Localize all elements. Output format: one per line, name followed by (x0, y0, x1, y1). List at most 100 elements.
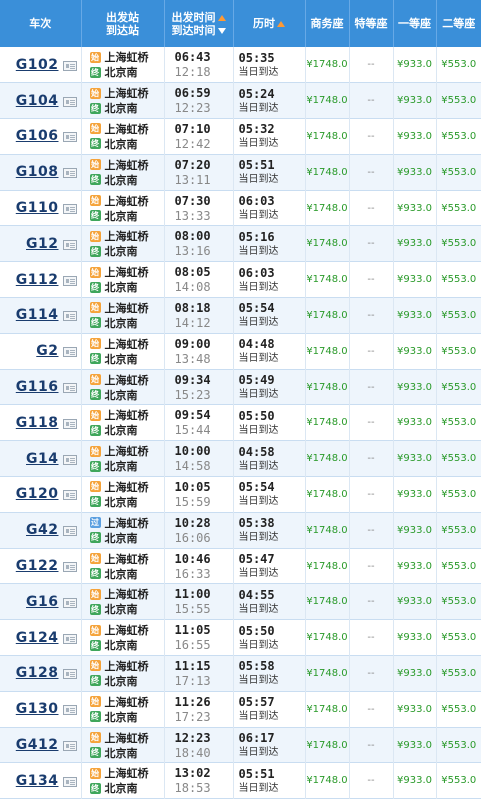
stations-cell: 始上海虹桥 终北京南 (81, 82, 165, 119)
train-info-icon[interactable] (62, 776, 77, 787)
duration-time: 04:55 (238, 587, 275, 602)
train-info-icon[interactable] (62, 669, 77, 680)
arrival-day: 当日到达 (238, 281, 279, 293)
header-from-station: 出发站 (106, 10, 139, 24)
train-number-link[interactable]: G106 (16, 128, 59, 144)
train-number-link[interactable]: G116 (16, 379, 59, 395)
table-row: G110 始上海虹桥 终北京南 07:30 13:33 06:03 当日到达 ¥… (0, 190, 481, 226)
train-number-link[interactable]: G2 (36, 343, 58, 359)
train-info-icon[interactable] (62, 204, 77, 215)
duration-time: 05:35 (238, 50, 275, 65)
train-number-link[interactable]: G102 (16, 57, 59, 73)
train-number-link[interactable]: G124 (16, 630, 59, 646)
sort-departure[interactable]: 出发时间 (165, 11, 233, 24)
second-class-price: ¥553.0 (441, 560, 477, 572)
arrival-day: 当日到达 (238, 675, 279, 687)
first-class-price: ¥933.0 (393, 369, 437, 405)
arrival-time: 15:59 (174, 494, 211, 509)
business-price: ¥1748.0 (305, 476, 350, 513)
duration-time: 05:50 (238, 408, 275, 423)
train-number-link[interactable]: G16 (26, 594, 58, 610)
train-info-icon[interactable] (62, 311, 77, 322)
end-badge-icon: 终 (89, 138, 101, 150)
train-info-icon[interactable] (62, 490, 77, 501)
special-price: -- (349, 297, 394, 334)
train-number-link[interactable]: G42 (26, 522, 58, 538)
train-info-icon[interactable] (62, 239, 77, 250)
train-number-link[interactable]: G12 (26, 236, 58, 252)
train-number-link[interactable]: G130 (16, 701, 59, 717)
stations-cell: 始上海虹桥 终北京南 (81, 261, 165, 298)
train-number-link[interactable]: G118 (16, 415, 59, 431)
arrival-time: 12:42 (174, 136, 211, 151)
train-info-icon[interactable] (62, 454, 77, 465)
table-row: G12 始上海虹桥 终北京南 08:00 13:16 05:16 当日到达 ¥1… (0, 225, 481, 262)
arrival-time: 15:55 (174, 602, 211, 617)
train-number-link[interactable]: G108 (16, 164, 59, 180)
to-station: 北京南 (104, 603, 138, 617)
to-station: 北京南 (104, 424, 138, 438)
arrival-day: 当日到达 (238, 210, 279, 222)
special-price: -- (349, 261, 394, 298)
train-info-icon[interactable] (62, 275, 77, 286)
to-station: 北京南 (104, 66, 138, 80)
train-info-icon[interactable] (62, 597, 77, 608)
to-station: 北京南 (104, 495, 138, 509)
header-second: 二等座 (442, 17, 476, 30)
sort-arrival[interactable]: 到达时间 (165, 24, 233, 37)
arrival-day: 当日到达 (238, 711, 279, 723)
business-price: ¥1748.0 (305, 297, 350, 334)
train-number-link[interactable]: G14 (26, 451, 58, 467)
train-info-icon[interactable] (62, 562, 77, 573)
times-cell: 09:34 15:23 (164, 369, 234, 405)
train-info-icon[interactable] (62, 383, 77, 394)
end-badge-icon: 终 (89, 747, 101, 759)
start-badge-icon: 始 (89, 302, 101, 314)
first-class-price: ¥933.0 (393, 118, 437, 155)
header-times[interactable]: 出发时间 到达时间 (164, 0, 234, 47)
train-info-icon[interactable] (62, 168, 77, 179)
stations-cell: 始上海虹桥 终北京南 (81, 691, 165, 728)
train-info-icon[interactable] (62, 418, 77, 429)
departure-time: 10:00 (174, 444, 211, 459)
train-info-icon[interactable] (62, 633, 77, 644)
train-info-icon[interactable] (62, 741, 77, 752)
train-info-icon[interactable] (62, 526, 77, 537)
arrival-day: 当日到达 (238, 389, 279, 401)
business-price: ¥1748.0 (305, 82, 350, 119)
from-station: 上海虹桥 (104, 158, 149, 172)
business-price: ¥1748.0 (305, 691, 350, 728)
departure-time: 07:20 (174, 157, 211, 172)
end-badge-icon: 终 (89, 389, 101, 401)
train-info-icon[interactable] (62, 60, 77, 71)
duration-time: 05:16 (238, 229, 275, 244)
special-price: -- (349, 82, 394, 119)
train-number-link[interactable]: G112 (16, 272, 59, 288)
train-number-link[interactable]: G128 (16, 665, 59, 681)
business-price: ¥1748.0 (305, 190, 350, 226)
start-badge-icon: 始 (89, 767, 101, 779)
arrival-day: 当日到达 (238, 353, 279, 365)
train-number-link[interactable]: G114 (16, 307, 59, 323)
train-cell: G112 (0, 261, 82, 298)
train-cell: G16 (0, 583, 82, 620)
train-info-icon[interactable] (62, 347, 77, 358)
end-badge-icon: 终 (89, 782, 101, 794)
train-number-link[interactable]: G110 (16, 200, 59, 216)
train-number-link[interactable]: G122 (16, 558, 59, 574)
second-class-price: ¥553.0 (441, 130, 477, 142)
train-info-icon[interactable] (62, 132, 77, 143)
train-info-icon[interactable] (62, 705, 77, 716)
train-number-link[interactable]: G134 (16, 773, 59, 789)
train-number-link[interactable]: G412 (16, 737, 59, 753)
train-info-icon[interactable] (62, 96, 77, 107)
header-duration[interactable]: 历时 (233, 0, 306, 47)
special-price: -- (349, 333, 394, 370)
to-station: 北京南 (104, 531, 138, 545)
from-station: 上海虹桥 (104, 588, 149, 602)
pass-badge-icon: 过 (89, 517, 101, 529)
train-number-link[interactable]: G120 (16, 486, 59, 502)
train-number-link[interactable]: G104 (16, 93, 59, 109)
train-cell: G106 (0, 118, 82, 155)
business-price: ¥1748.0 (305, 154, 350, 191)
